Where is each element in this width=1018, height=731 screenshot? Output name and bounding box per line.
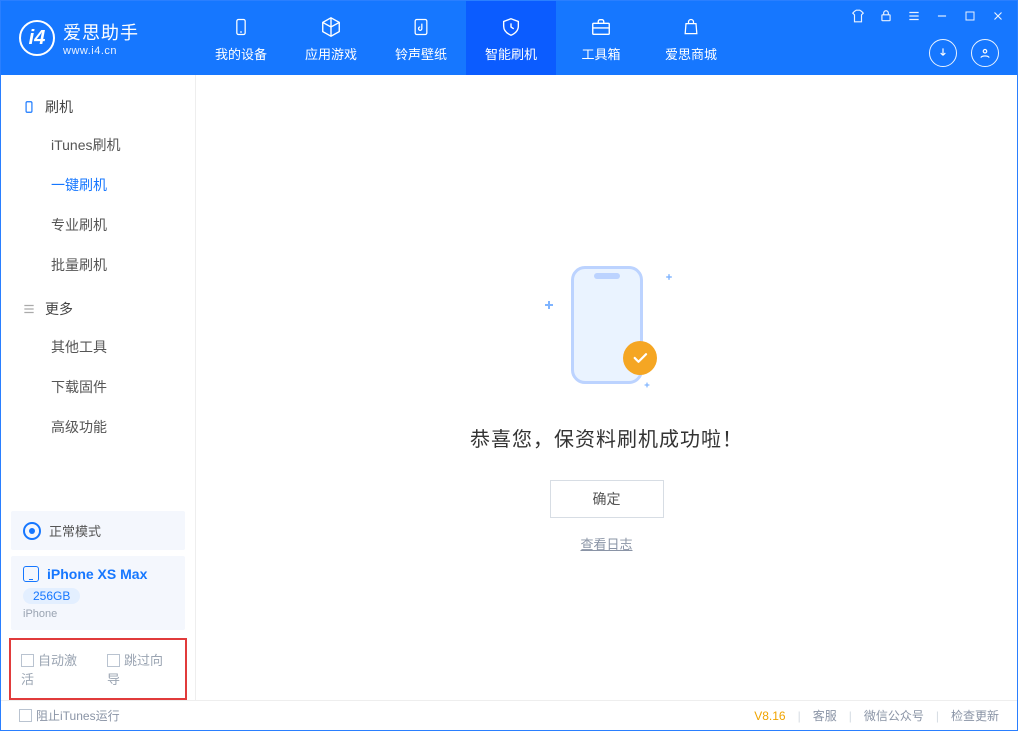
- toolbox-icon: [588, 14, 614, 40]
- version-label: V8.16: [754, 709, 785, 723]
- nav-tab-label: 我的设备: [215, 44, 267, 63]
- footer: 阻止iTunes运行 V8.16 | 客服 | 微信公众号 | 检查更新: [1, 700, 1017, 730]
- auto-activate-checkbox[interactable]: 自动激活: [21, 650, 89, 688]
- mode-label: 正常模式: [49, 521, 101, 540]
- device-type: iPhone: [23, 608, 173, 620]
- options-row: 自动激活 跳过向导: [9, 638, 187, 700]
- sidebar-group-flash: 刷机 iTunes刷机一键刷机专业刷机批量刷机: [1, 89, 195, 291]
- device-name: iPhone XS Max: [47, 566, 147, 582]
- nav-tab-label: 工具箱: [581, 44, 620, 63]
- phone-icon: [23, 566, 39, 582]
- device-icon: [228, 14, 254, 40]
- maximize-icon[interactable]: [961, 7, 979, 25]
- mode-box[interactable]: 正常模式: [11, 511, 185, 550]
- sidebar-item[interactable]: 下载固件: [1, 367, 195, 407]
- nav-tab-label: 智能刷机: [485, 44, 537, 63]
- footer-link-update[interactable]: 检查更新: [951, 707, 999, 724]
- footer-link-support[interactable]: 客服: [813, 707, 837, 724]
- nav-tab-3[interactable]: 智能刷机: [466, 1, 556, 75]
- lock-icon[interactable]: [877, 7, 895, 25]
- music-icon: [408, 14, 434, 40]
- sidebar-item[interactable]: 一键刷机: [1, 165, 195, 205]
- device-storage: 256GB: [23, 588, 80, 604]
- sidebar-group2-title: 更多: [45, 299, 73, 319]
- nav-tab-1[interactable]: 应用游戏: [286, 1, 376, 75]
- nav-tab-label: 铃声壁纸: [395, 44, 447, 63]
- logo-icon: i4: [19, 20, 55, 56]
- footer-link-wechat[interactable]: 微信公众号: [864, 707, 924, 724]
- device-icon: [21, 99, 37, 115]
- spark-icon: [666, 274, 672, 280]
- list-icon: [21, 301, 37, 317]
- block-itunes-label: 阻止iTunes运行: [36, 709, 120, 723]
- sidebar: 刷机 iTunes刷机一键刷机专业刷机批量刷机 更多 其他工具下载固件高级功能 …: [1, 75, 196, 700]
- nav-tab-4[interactable]: 工具箱: [556, 1, 646, 75]
- nav-tab-2[interactable]: 铃声壁纸: [376, 1, 466, 75]
- cube-icon: [318, 14, 344, 40]
- sidebar-group1-title: 刷机: [45, 97, 73, 117]
- sidebar-head-flash: 刷机: [1, 89, 195, 125]
- view-log-link[interactable]: 查看日志: [580, 534, 632, 553]
- nav-tab-5[interactable]: 爱思商城: [646, 1, 736, 75]
- shield-icon: [498, 14, 524, 40]
- skip-guide-checkbox[interactable]: 跳过向导: [107, 650, 175, 688]
- user-button[interactable]: [971, 39, 999, 67]
- download-button[interactable]: [929, 39, 957, 67]
- app-subtitle: www.i4.cn: [63, 45, 139, 57]
- nav-tabs: 我的设备 应用游戏 铃声壁纸 智能刷机 工具箱 爱思商城: [196, 1, 736, 75]
- sidebar-head-more: 更多: [1, 291, 195, 327]
- logo: i4 爱思助手 www.i4.cn: [1, 19, 196, 57]
- result-text: 恭喜您，保资料刷机成功啦！: [470, 423, 743, 452]
- window-controls: [849, 7, 1007, 25]
- nav-tab-0[interactable]: 我的设备: [196, 1, 286, 75]
- spark-icon: [644, 383, 649, 388]
- menu-icon[interactable]: [905, 7, 923, 25]
- sidebar-item[interactable]: 其他工具: [1, 327, 195, 367]
- sidebar-item[interactable]: 批量刷机: [1, 245, 195, 285]
- block-itunes-checkbox[interactable]: 阻止iTunes运行: [19, 707, 120, 724]
- nav-tab-label: 应用游戏: [305, 44, 357, 63]
- shirt-icon[interactable]: [849, 7, 867, 25]
- app-header: i4 爱思助手 www.i4.cn 我的设备 应用游戏 铃声壁纸 智能刷机 工具箱 爱思商…: [1, 1, 1017, 75]
- sidebar-item[interactable]: 专业刷机: [1, 205, 195, 245]
- mode-icon: [23, 522, 41, 540]
- close-icon[interactable]: [989, 7, 1007, 25]
- bag-icon: [678, 14, 704, 40]
- sidebar-group-more: 更多 其他工具下载固件高级功能: [1, 291, 195, 453]
- sidebar-item[interactable]: iTunes刷机: [1, 125, 195, 165]
- header-actions: [929, 39, 999, 67]
- ok-button[interactable]: 确定: [550, 480, 664, 518]
- device-box[interactable]: iPhone XS Max 256GB iPhone: [11, 556, 185, 630]
- check-icon: [623, 341, 657, 375]
- success-illustration: [527, 255, 687, 395]
- spark-icon: [545, 301, 553, 309]
- app-title: 爱思助手: [63, 19, 139, 45]
- main-content: 恭喜您，保资料刷机成功啦！ 确定 查看日志: [196, 75, 1017, 700]
- minimize-icon[interactable]: [933, 7, 951, 25]
- nav-tab-label: 爱思商城: [665, 44, 717, 63]
- sidebar-item[interactable]: 高级功能: [1, 407, 195, 447]
